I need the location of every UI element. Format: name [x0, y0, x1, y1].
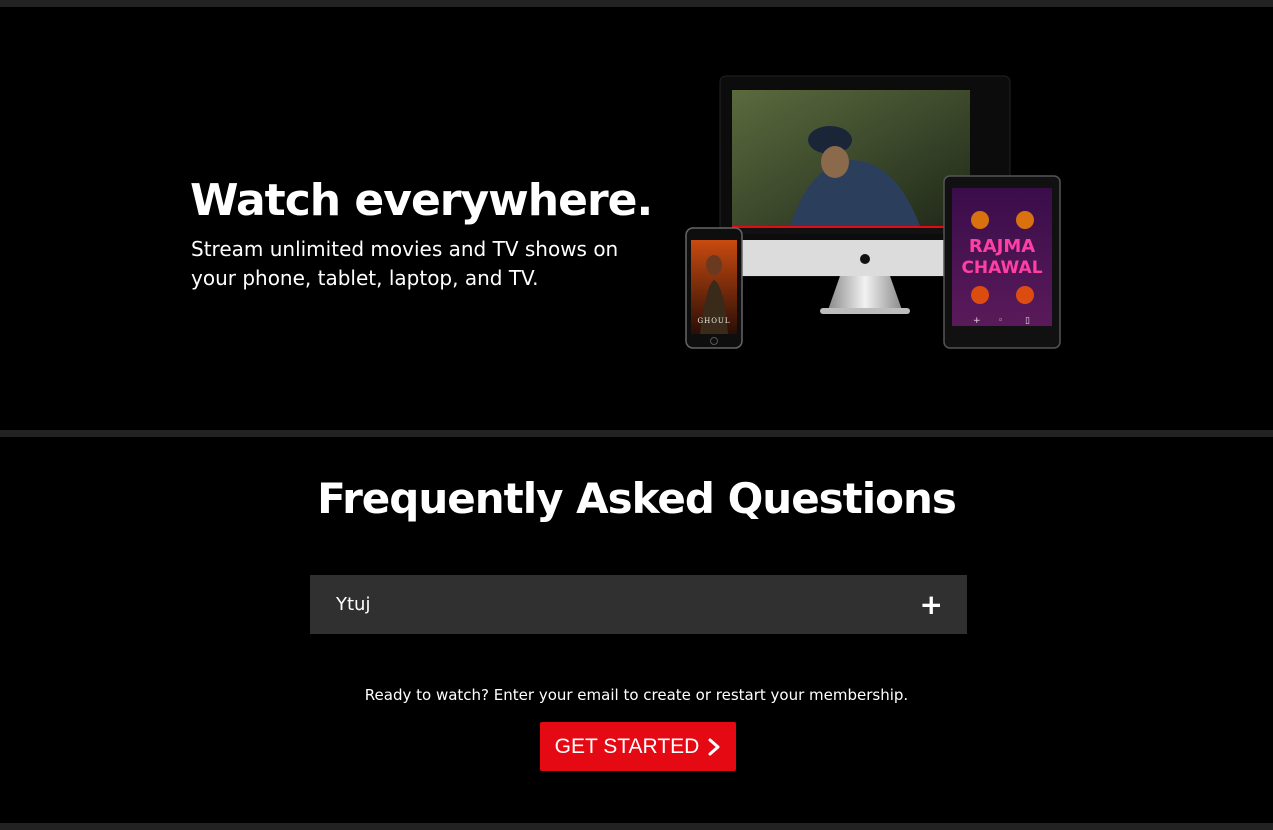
section-divider-bottom	[0, 823, 1273, 830]
phone-poster-title: GHOUL	[698, 317, 731, 325]
faq-item[interactable]: Ytuj +	[310, 575, 967, 634]
get-started-button[interactable]: GET STARTED	[540, 722, 736, 771]
story-subtitle: Stream unlimited movies and TV shows on …	[191, 237, 619, 290]
apple-logo-icon	[860, 254, 870, 264]
story-card-watch-everywhere: Watch everywhere. Stream unlimited movie…	[0, 7, 1273, 430]
faq-question: Ytuj	[336, 594, 371, 615]
tablet-home-icon: +	[973, 316, 981, 326]
get-started-label: GET STARTED	[554, 734, 700, 758]
cta-text: Ready to watch? Enter your email to crea…	[364, 686, 909, 704]
tablet-poster-title-line1: RAJMA	[969, 236, 1035, 257]
story-title: Watch everywhere.	[190, 175, 653, 226]
tablet-poster-title-line2: CHAWAL	[961, 258, 1042, 278]
devices-illustration: RAJMA CHAWAL + ◦ ▯ GHOUL	[680, 70, 1070, 360]
faq-title: Frequently Asked Questions	[317, 474, 957, 523]
tablet-device: RAJMA CHAWAL + ◦ ▯	[943, 175, 1061, 349]
plus-icon: +	[919, 587, 943, 621]
tablet-download-icon: ▯	[1025, 316, 1030, 326]
section-divider-top	[0, 0, 1273, 7]
tablet-search-icon: ◦	[998, 316, 1003, 326]
chevron-right-icon	[708, 738, 720, 755]
phone-device: GHOUL	[685, 227, 743, 349]
section-divider-middle	[0, 430, 1273, 437]
